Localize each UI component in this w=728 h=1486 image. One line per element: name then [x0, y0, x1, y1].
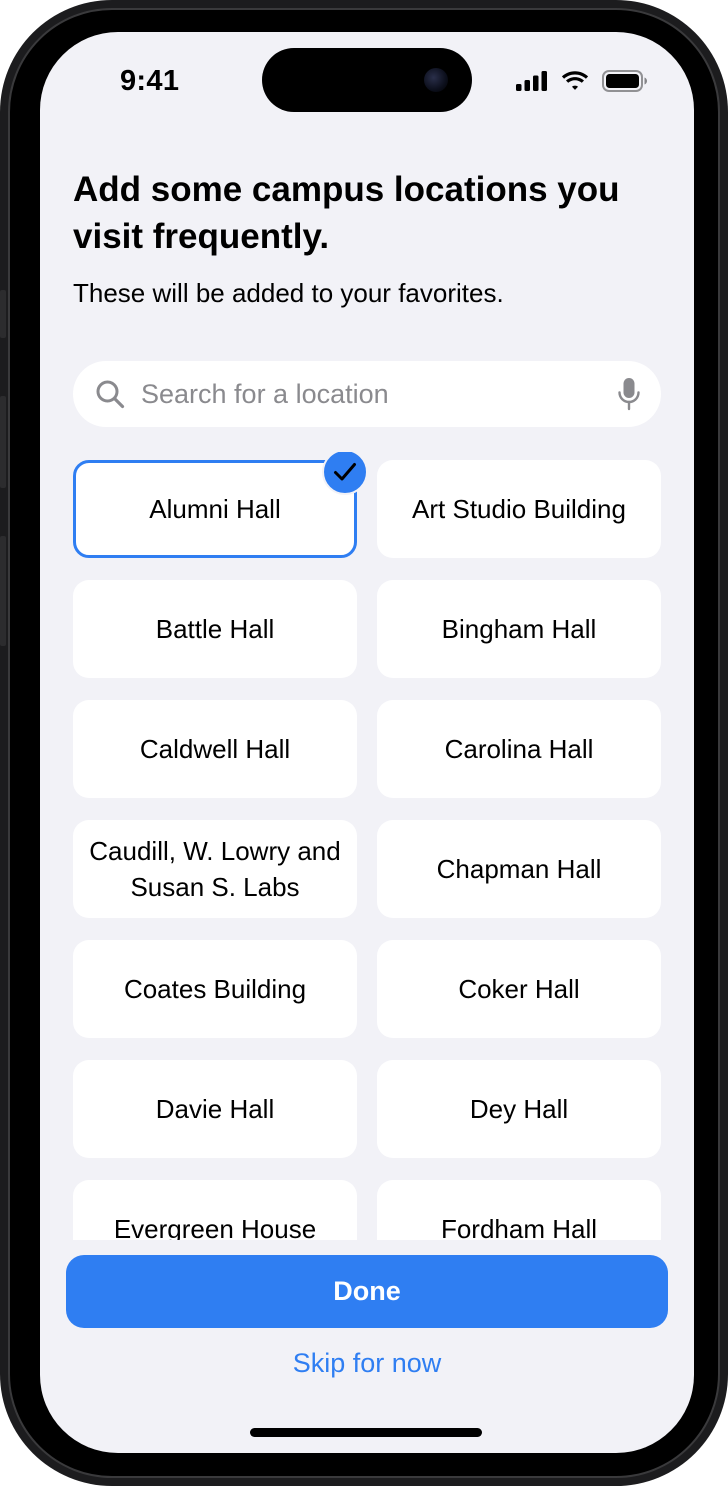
battery-icon [602, 70, 647, 92]
phone-frame: 9:41 Add some campus locations you visit… [0, 0, 728, 1486]
search-input[interactable] [141, 361, 601, 427]
location-tile[interactable]: Bingham Hall [377, 580, 661, 678]
location-tile[interactable]: Fordham Hall [377, 1180, 661, 1240]
location-tile-label: Davie Hall [155, 1094, 275, 1124]
status-icons [516, 70, 648, 92]
location-tile[interactable]: Chapman Hall [377, 820, 661, 918]
cellular-signal-icon [516, 71, 547, 91]
location-tile-label: Dey Hall [469, 1094, 569, 1124]
wifi-icon [561, 71, 589, 90]
location-list[interactable]: Alumni Hall Art Studio Building Battle Hal… [73, 452, 694, 1240]
action-button [0, 290, 6, 338]
location-tile-label: Coker Hall [458, 974, 580, 1004]
front-camera-icon [424, 68, 448, 92]
location-tile[interactable]: Caudill, W. Lowry and Susan S. Labs [73, 820, 357, 918]
location-grid: Alumni Hall Art Studio Building Battle Hal… [73, 452, 661, 1240]
search-bar[interactable] [73, 361, 661, 427]
location-tile-label: Chapman Hall [436, 854, 602, 884]
dynamic-island [262, 48, 472, 112]
location-tile[interactable]: Carolina Hall [377, 700, 661, 798]
location-tile-label: Caudill, W. Lowry and Susan S. Labs [89, 836, 341, 902]
location-tile[interactable]: Art Studio Building [377, 460, 661, 558]
location-tile[interactable]: Alumni Hall [73, 452, 368, 558]
done-button[interactable]: Done [66, 1255, 668, 1328]
location-tile-label: Battle Hall [155, 614, 275, 644]
checkmark-icon [322, 452, 368, 495]
location-tile-label: Carolina Hall [444, 734, 594, 764]
location-tile-label: Bingham Hall [441, 614, 597, 644]
location-tile[interactable]: Coates Building [73, 940, 357, 1038]
location-tile[interactable]: Coker Hall [377, 940, 661, 1038]
location-tile-label: Coates Building [123, 974, 307, 1004]
location-tile-label: Alumni Hall [149, 494, 281, 524]
skip-for-now-link[interactable]: Skip for now [73, 1348, 661, 1379]
volume-down-button [0, 536, 6, 646]
microphone-icon[interactable] [617, 377, 641, 411]
location-tile[interactable]: Evergreen House [73, 1180, 357, 1240]
page-subtitle: These will be added to your favorites. [73, 278, 504, 308]
location-tile[interactable]: Caldwell Hall [73, 700, 357, 798]
page-title: Add some campus locations you visit freq… [73, 170, 620, 256]
location-tile-label: Caldwell Hall [139, 734, 291, 764]
magnifying-glass-icon [96, 380, 125, 409]
location-tile[interactable]: Davie Hall [73, 1060, 357, 1158]
status-time: 9:41 [120, 65, 180, 97]
volume-up-button [0, 396, 6, 488]
location-tile-label: Art Studio Building [412, 494, 626, 524]
location-tile-label: Evergreen House [113, 1214, 317, 1240]
home-indicator[interactable] [250, 1428, 482, 1437]
screen: 9:41 Add some campus locations you visit… [40, 32, 694, 1453]
location-tile[interactable]: Battle Hall [73, 580, 357, 678]
location-tile-label: Fordham Hall [440, 1214, 598, 1240]
location-tile[interactable]: Dey Hall [377, 1060, 661, 1158]
